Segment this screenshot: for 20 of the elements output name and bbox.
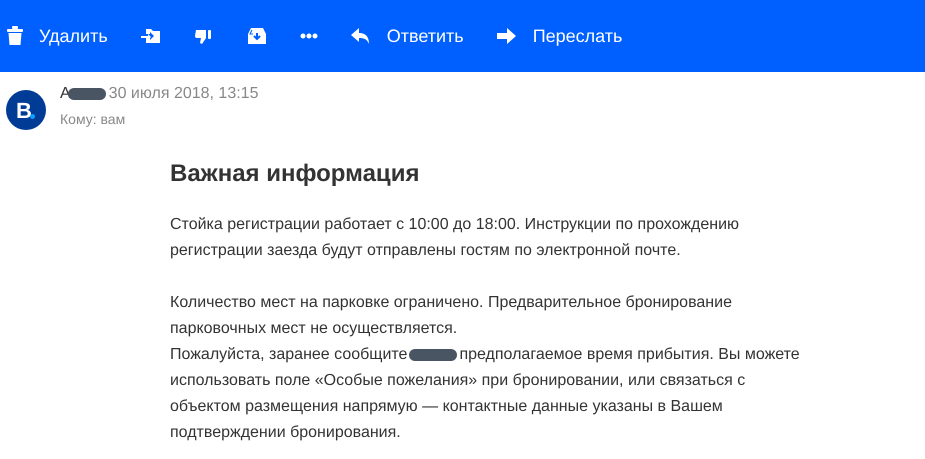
archive-icon xyxy=(246,26,267,46)
more-icon xyxy=(300,33,318,39)
toolbar-button[interactable]: Переслать xyxy=(496,16,622,56)
avatar: B xyxy=(6,90,46,130)
paragraph-text: использовать поле «Особые пожелания» при бронировании, или связаться с объектом размещения напрямую — контактные данные указаны в Вашем подтверждении бронирования. xyxy=(170,371,746,443)
toolbar-button[interactable]: Ответить xyxy=(350,16,464,56)
reply-icon xyxy=(350,26,371,46)
trash-icon xyxy=(7,26,23,46)
message-heading: Важная информация xyxy=(170,159,420,189)
paragraph-text: Пожалуйста, заранее сообщите xyxy=(170,345,408,365)
paragraph-text: Стойка регистрации работает с 10:00 до 18:00. Инструкции по прохождению регистрации заезда будут отправлены гостям по электронной почте. xyxy=(170,215,740,261)
toolbar-button[interactable]: Удалить xyxy=(7,16,108,56)
folder-arrow-icon xyxy=(140,26,161,46)
redaction-mark xyxy=(68,88,106,100)
message-date: 30 июля 2018, 13:15 xyxy=(108,84,258,104)
paragraph-text: Количество мест на парковке ограничено. Предварительное бронирование парковочных мест не осуществляется. xyxy=(170,293,733,339)
redaction-mark xyxy=(409,349,458,361)
arrow-right-icon xyxy=(496,26,517,46)
paragraph-text: предполагаемое время прибытия. Вы можете xyxy=(459,345,800,365)
recipient: Кому: вам xyxy=(60,110,126,129)
